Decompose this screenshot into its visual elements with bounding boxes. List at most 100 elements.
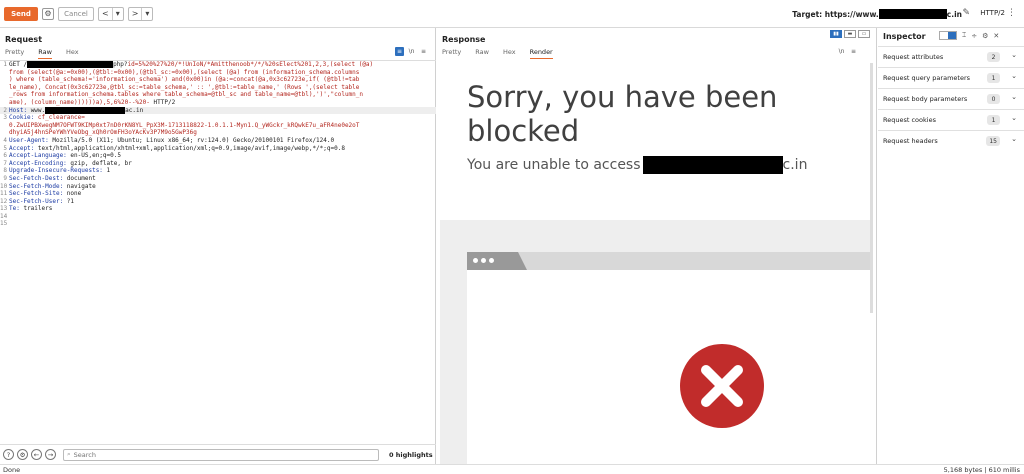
header-name: Te: [9,205,24,213]
editor-line[interactable]: 0.ZwUIPBXwegNM7OFWT9KIMp0xt7nD0rKN8YL_Pp… [0,122,436,130]
newline-icon[interactable]: \n [837,47,846,56]
response-tab-hex[interactable]: Hex [503,48,516,59]
inspector-section[interactable]: Request headers 15 ⌄ [878,130,1024,151]
edit-target-pencil-icon[interactable]: ✎ [962,8,970,18]
header-name: Cookie: [9,114,38,122]
editor-line[interactable]: 9 Sec-Fetch-Dest: document [0,175,436,183]
header-value: ?1 [66,197,75,205]
editor-line[interactable]: 13 Te: trailers [0,205,436,213]
close-icon[interactable]: ✕ [993,32,999,40]
chevron-down-icon[interactable]: ⌄ [1011,135,1017,143]
send-button[interactable]: Send [4,6,38,21]
menu-icon[interactable]: ≡ [849,47,858,56]
request-title: Request [5,35,43,44]
line-content: Upgrade-Insecure-Requests: 1 [9,167,110,175]
help-icon[interactable]: ? [3,449,14,460]
header-value: 1 [106,167,111,175]
response-tab-render[interactable]: Render [529,48,553,59]
chevron-down-icon[interactable]: ⌄ [1011,114,1017,122]
editor-line[interactable]: dhyiA5j4hnSPeYWhYVeObg_xQh0rOmFH3oYAcKv3… [0,129,436,137]
response-tab-pretty[interactable]: Pretty [442,48,461,59]
back-dropdown-icon[interactable]: ▾ [111,7,123,20]
layout-tabs-icon[interactable]: ▭ [858,30,870,38]
chevron-down-icon[interactable]: ⌄ [1011,72,1017,80]
newline-icon[interactable]: \n [407,47,416,56]
editor-line[interactable]: le_name), Concat(0x3c62723e,@tbl_sc:=tab… [0,84,436,92]
editor-line[interactable]: 12 Sec-Fetch-User: ?1 [0,198,436,206]
editor-line[interactable]: 3 Cookie: cf_clearance= [0,114,436,122]
target-suffix: c.in [946,9,962,19]
search-input[interactable] [73,450,374,459]
editor-line[interactable]: 11 Sec-Fetch-Site: none [0,190,436,198]
header-value: from (select(@a:=0x00),(@tbl:=0x00),(@tb… [9,68,360,76]
header-name: Sec-Fetch-Site: [9,190,67,198]
forward-dropdown-icon[interactable]: ▾ [141,7,152,20]
request-tab-raw[interactable]: Raw [38,48,52,59]
request-tab-pretty[interactable]: Pretty [5,48,24,59]
chevron-down-icon[interactable]: ⌄ [1011,51,1017,59]
split-icon[interactable]: ÷ [971,32,977,40]
protocol-label[interactable]: HTTP/2 [980,9,1005,17]
inspector-section-label: Request cookies [883,116,936,124]
editor-line[interactable]: 4 User-Agent: Mozilla/5.0 (X11; Ubuntu; L… [0,137,436,145]
layout-rows-icon[interactable]: ▬ [844,30,856,38]
editor-line[interactable]: ame), (column_name))))))a),5,6%20--%20- … [0,99,436,107]
text-cursor-icon[interactable]: ⌶ [962,31,966,40]
header-value: cf_clearance= [37,114,85,122]
editor-line[interactable]: from (select(@a:=0x00),(@tbl:=0x00),(@tb… [0,69,436,77]
inspector-section[interactable]: Request query parameters 1 ⌄ [878,67,1024,88]
request-tabs: Pretty Raw Hex [5,48,93,59]
redaction-bar [878,9,947,19]
header-name: Host: [9,106,31,114]
target-url[interactable]: Target: https://www. c.in [792,9,962,19]
inspector-settings-gear-icon[interactable]: ⚙ [982,32,988,40]
editor-line[interactable]: 5 Accept: text/html,application/xhtml+xml… [0,145,436,153]
editor-line[interactable]: 1 GET / php?id=5%20%27%20/*!UnIoN/*Amitthe… [0,61,436,69]
cancel-button[interactable]: Cancel [58,6,94,21]
search-settings-gear-icon[interactable]: ⚙ [17,449,28,460]
response-pane: ▮▮ ▬ ▭ Response Pretty Raw Hex Render \n… [437,28,877,464]
editor-line[interactable]: _rows from information_schema.tables whe… [0,91,436,99]
line-content: Accept-Encoding: gzip, deflate, br [9,160,132,168]
editor-line[interactable]: 10 Sec-Fetch-Mode: navigate [0,183,436,191]
wrap-lines-icon[interactable]: ≡ [395,47,404,56]
editor-line[interactable]: 14 [0,213,436,221]
inspector-count-badge: 0 [987,94,1000,104]
next-match-arrow-icon[interactable]: → [45,449,56,460]
editor-line[interactable]: ) where (table_schema!='information_sche… [0,76,436,84]
previous-match-arrow-icon[interactable]: ← [31,449,42,460]
editor-line[interactable]: 15 [0,220,436,228]
request-editor[interactable]: 1 GET / php?id=5%20%27%20/*!UnIoN/*Amitthe… [0,60,436,444]
redaction-bar [642,156,783,174]
response-tab-raw[interactable]: Raw [475,48,489,59]
inspector-section[interactable]: Request body parameters 0 ⌄ [878,88,1024,109]
editor-line[interactable]: 2 Host: www. ac.in [0,106,436,115]
header-name: Upgrade-Insecure-Requests: [9,167,107,175]
menu-icon[interactable]: ≡ [419,47,428,56]
history-back-group: < ▾ [98,6,124,21]
chevron-down-icon[interactable]: ⌄ [1011,93,1017,101]
inspector-layout-toggle[interactable] [939,31,957,40]
forward-arrow-icon[interactable]: > [129,8,142,20]
editor-line[interactable]: 7 Accept-Encoding: gzip, deflate, br [0,160,436,168]
blocked-subtitle-prefix: You are unable to access [467,157,641,173]
blocked-message-box: Sorry, you have been blocked You are una… [440,60,871,220]
more-options-icon[interactable]: ⋮ [1007,8,1016,18]
line-content: Cookie: cf_clearance= [9,114,85,122]
inspector-section[interactable]: Request cookies 1 ⌄ [878,109,1024,130]
editor-line[interactable]: 6 Accept-Language: en-US,en;q=0.5 [0,152,436,160]
editor-line[interactable]: 8 Upgrade-Insecure-Requests: 1 [0,167,436,175]
inspector-pane: Inspector ⌶ ÷ ⚙ ✕ Request attributes 2 ⌄ Re… [878,28,1024,464]
search-box[interactable]: ⌕ [63,448,379,461]
response-scrollbar[interactable] [870,63,873,313]
layout-columns-icon[interactable]: ▮▮ [830,30,842,38]
back-arrow-icon[interactable]: < [99,8,112,20]
line-number: 1 [3,61,7,68]
settings-gear-icon[interactable]: ⚙ [42,7,54,20]
inspector-section[interactable]: Request attributes 2 ⌄ [878,46,1024,67]
line-number [0,69,9,77]
inspector-count-badge: 2 [987,52,1000,62]
header-value: document [66,174,96,182]
request-tab-hex[interactable]: Hex [66,48,79,59]
rendered-response[interactable]: Sorry, you have been blocked You are una… [440,60,871,464]
